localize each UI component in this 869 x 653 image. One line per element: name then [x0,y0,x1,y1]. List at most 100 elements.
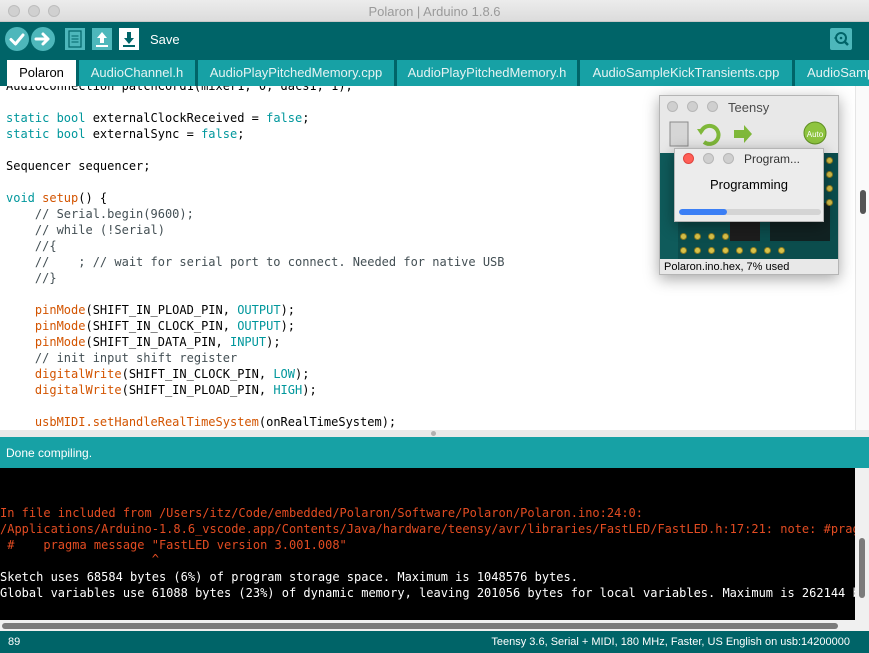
board-pad [708,247,715,254]
console-line: In file included from /Users/itz/Code/em… [0,506,643,520]
console-line: Global variables use 61088 bytes (23%) o… [0,586,869,600]
teensy-toolbar: Auto [660,118,838,152]
upload-button[interactable] [31,27,55,51]
editor-scroll-thumb[interactable] [860,190,866,214]
code-line[interactable]: //{ [6,238,505,254]
tab-bar: Polaron AudioChannel.h AudioPlayPitchedM… [0,56,869,86]
save-button[interactable] [119,28,139,50]
board-pad [722,247,729,254]
code-line[interactable]: pinMode(SHIFT_IN_CLOCK_PIN, OUTPUT); [6,318,505,334]
code-line[interactable] [6,142,505,158]
resize-grip-icon[interactable] [431,431,436,436]
code-text[interactable]: AudioConnection patchCord1(mixer1, 0, da… [6,86,505,430]
teensy-file-status: Polaron.ino.hex, 7% used [664,261,790,273]
code-line[interactable]: Sequencer sequencer; [6,158,505,174]
code-line[interactable]: void setup() { [6,190,505,206]
console-line: # pragma message "FastLED version 3.001.… [0,538,347,552]
teensy-auto-button[interactable]: Auto [803,121,827,145]
teensy-open-hex-icon[interactable] [669,121,689,147]
programming-progress-bar [679,209,821,215]
code-line[interactable]: // while (!Serial) [6,222,505,238]
code-line[interactable]: digitalWrite(SHIFT_IN_PLOAD_PIN, HIGH); [6,382,505,398]
serial-monitor-icon [834,32,849,46]
board-pad [680,247,687,254]
new-button[interactable] [65,28,85,50]
new-icon [68,30,82,48]
board-pad [708,233,715,240]
code-line[interactable] [6,174,505,190]
code-line[interactable]: //} [6,270,505,286]
code-line[interactable]: digitalWrite(SHIFT_IN_CLOCK_PIN, LOW); [6,366,505,382]
code-line[interactable]: pinMode(SHIFT_IN_PLOAD_PIN, OUTPUT); [6,302,505,318]
board-info: Teensy 3.6, Serial + MIDI, 180 MHz, Fast… [491,636,850,648]
teensy-close-icon[interactable] [667,101,678,112]
save-icon [123,32,135,47]
board-pad [750,247,757,254]
verify-button[interactable] [5,27,29,51]
board-pad [694,247,701,254]
editor-vertical-scrollbar[interactable] [855,86,869,430]
console-hscroll-thumb[interactable] [2,623,838,629]
console-line: /Applications/Arduino-1.8.6_vscode.app/C… [0,522,869,536]
console-output[interactable]: In file included from /Users/itz/Code/em… [0,468,869,631]
programming-dialog[interactable]: Program... Programming [674,148,824,222]
line-number: 89 [8,636,21,648]
tab-audioplaypitchedmemory-cpp[interactable]: AudioPlayPitchedMemory.cpp [198,60,394,86]
save-label: Save [150,32,180,47]
teensy-minimize-icon[interactable] [687,101,698,112]
board-pad [722,233,729,240]
teensy-program-icon[interactable] [697,123,721,146]
tab-polaron[interactable]: Polaron [7,60,76,86]
window-titlebar: Polaron | Arduino 1.8.6 [0,0,869,22]
board-pad [694,233,701,240]
teensy-reboot-icon[interactable] [734,125,752,143]
board-pad [826,157,833,164]
dialog-minimize-icon[interactable] [703,153,714,164]
toolbar: Save [0,22,869,56]
dialog-title: Program... [744,152,801,166]
code-line[interactable]: static bool externalSync = false; [6,126,505,142]
tab-audiosample-truncated[interactable]: AudioSampl [795,60,869,86]
tab-audiochannel-h[interactable]: AudioChannel.h [79,60,195,86]
console-vertical-scrollbar[interactable] [855,468,869,631]
upload-icon [34,32,50,46]
teensy-toolbar-icons: Auto [669,121,827,147]
editor-console-divider[interactable] [0,430,869,437]
programming-label: Programming [709,177,789,192]
teensy-zoom-icon[interactable] [707,101,718,112]
console-line: ^ [0,552,159,566]
footer-bar: 89 Teensy 3.6, Serial + MIDI, 180 MHz, F… [0,631,869,653]
code-line[interactable]: usbMIDI.setHandleRealTimeSystem(onRealTi… [6,414,505,430]
open-button[interactable] [92,28,112,50]
teensy-title: Teensy [728,100,770,115]
serial-monitor-button[interactable] [830,28,852,50]
window-title: Polaron | Arduino 1.8.6 [368,4,501,19]
status-message: Done compiling. [6,446,93,460]
board-pad [826,199,833,206]
board-pad [736,247,743,254]
code-line[interactable] [6,286,505,302]
console-horizontal-scrollbar[interactable] [0,620,855,631]
code-line[interactable]: // init input shift register [6,350,505,366]
tab-audioplaypitchedmemory-h[interactable]: AudioPlayPitchedMemory.h [397,60,577,86]
code-line[interactable]: AudioConnection patchCord1(mixer1, 0, da… [6,86,505,94]
code-line[interactable]: static bool externalClockReceived = fals… [6,110,505,126]
dialog-zoom-icon[interactable] [723,153,734,164]
board-pad [826,171,833,178]
code-line[interactable] [6,94,505,110]
code-line[interactable]: // Serial.begin(9600); [6,206,505,222]
tab-audiosamplekicktransients-cpp[interactable]: AudioSampleKickTransients.cpp [580,60,792,86]
board-pad [826,185,833,192]
dialog-close-icon[interactable] [683,153,694,164]
progress-fill [679,209,728,215]
board-pad [764,247,771,254]
board-pad [778,247,785,254]
console-line: Sketch uses 68584 bytes (6%) of program … [0,570,578,584]
code-line[interactable] [6,398,505,414]
code-line[interactable]: pinMode(SHIFT_IN_DATA_PIN, INPUT); [6,334,505,350]
open-icon [96,32,108,47]
console-scroll-thumb[interactable] [859,538,865,598]
code-line[interactable]: // ; // wait for serial port to connect.… [6,254,505,270]
teensy-auto-label: Auto [807,130,824,139]
board-pad [680,233,687,240]
